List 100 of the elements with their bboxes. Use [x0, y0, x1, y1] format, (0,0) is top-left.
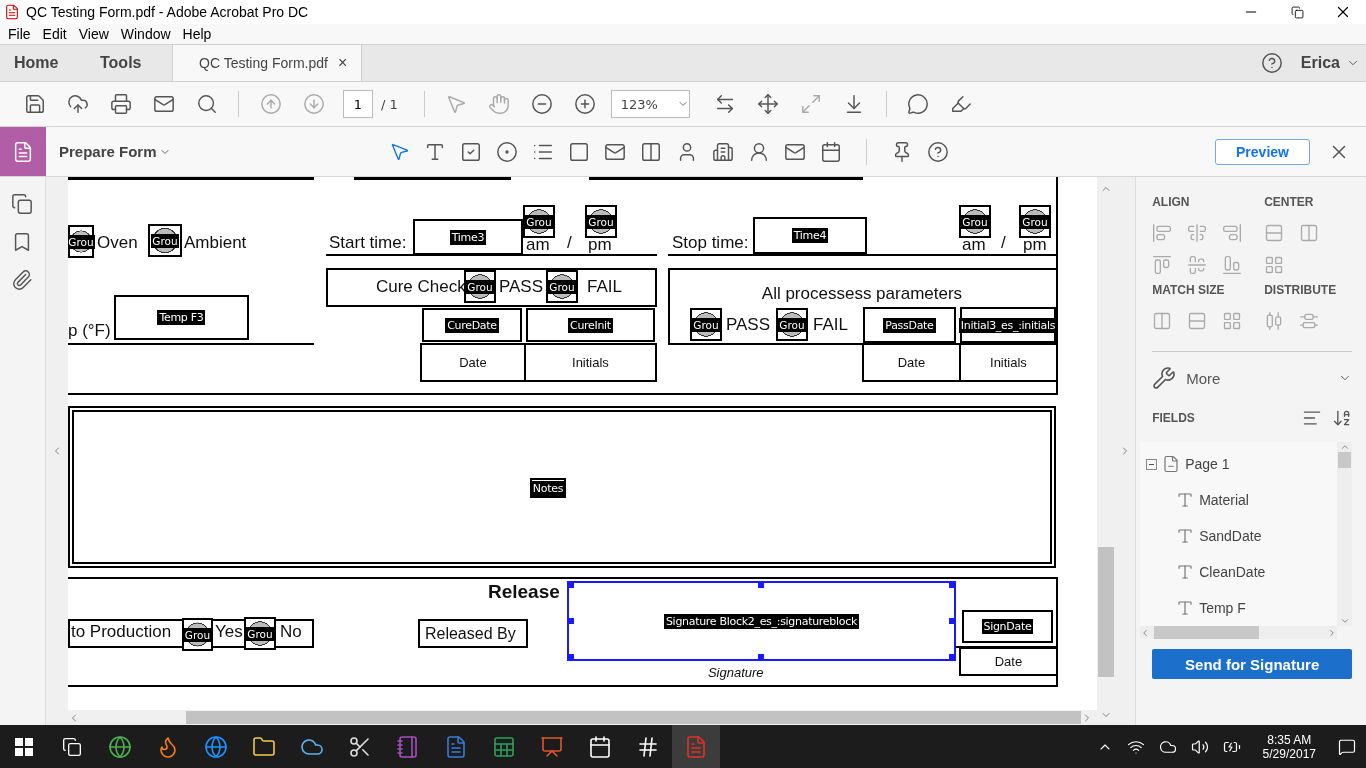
scrollbar-thumb[interactable]	[1154, 626, 1260, 639]
pages-icon[interactable]	[11, 193, 34, 215]
form-field[interactable]: Time3	[412, 219, 523, 255]
zoom-dropdown[interactable]: 123%	[610, 90, 690, 118]
calendar-icon[interactable]	[819, 140, 842, 163]
radio-field[interactable]: Grou	[147, 224, 182, 257]
folder-icon[interactable]	[252, 734, 276, 759]
form-field[interactable]: Initial3_es_:initials	[959, 307, 1056, 343]
field-icon[interactable]	[567, 140, 590, 163]
menu-item[interactable]: Edit	[36, 26, 73, 42]
zoom-in-icon[interactable]	[574, 93, 597, 115]
upload-icon[interactable]	[66, 93, 89, 115]
menu-item[interactable]: Window	[114, 26, 177, 42]
tool-menu[interactable]: Prepare Form	[59, 143, 171, 160]
spreadsheet-icon[interactable]	[492, 734, 516, 759]
notebook-icon[interactable]	[396, 734, 420, 759]
page-number-field[interactable]: 1	[343, 90, 373, 118]
form-field[interactable]: Signature Block2_es_:signatureblock	[566, 581, 956, 661]
tree-item[interactable]: SandDate	[1199, 528, 1262, 544]
mail-icon[interactable]	[152, 93, 175, 115]
move-icon[interactable]	[757, 93, 780, 115]
form-label: No	[279, 622, 302, 642]
radio-field[interactable]: Grou	[463, 270, 496, 303]
tree-item[interactable]: Material	[1199, 492, 1249, 508]
globe-icon[interactable]	[204, 734, 228, 759]
hash-icon[interactable]	[636, 734, 660, 759]
form-label: pm	[1022, 235, 1047, 255]
tree-item[interactable]: CleanDate	[1199, 564, 1266, 580]
table-cell: Date	[958, 647, 1058, 676]
form-field[interactable]: PassDate	[862, 307, 956, 343]
save-icon[interactable]	[23, 93, 46, 115]
radio-field[interactable]: Grou	[181, 618, 213, 651]
form-label: PASS	[498, 277, 544, 297]
zoom-out-icon[interactable]	[531, 93, 554, 115]
menu-item[interactable]: View	[72, 26, 115, 42]
task-view-icon[interactable]	[62, 736, 82, 757]
tab[interactable]: QC Testing Form.pdf ×	[172, 45, 363, 81]
table-cell: Date	[861, 343, 961, 382]
form-field[interactable]: Temp F3	[113, 295, 249, 340]
radio-field[interactable]: Grou	[243, 617, 276, 650]
calendar-icon[interactable]	[588, 734, 612, 759]
menu-item[interactable]: File	[2, 26, 37, 42]
notifications-icon[interactable]	[1338, 737, 1356, 756]
radio-field[interactable]: Grou	[775, 308, 808, 341]
help-icon[interactable]	[1260, 52, 1283, 74]
form-icon	[12, 140, 34, 163]
scrollbar-thumb[interactable]	[1338, 452, 1352, 468]
menu-item[interactable]: Help	[176, 26, 218, 42]
tree-item[interactable]: Temp F	[1199, 600, 1246, 616]
tools-icon[interactable]	[1152, 366, 1177, 390]
form-label: p (°F)	[67, 321, 111, 341]
form-label: Start time:	[328, 233, 407, 253]
checkbox-icon[interactable]	[459, 140, 482, 163]
section-heading: DISTRIBUTE	[1264, 283, 1338, 297]
radio-field[interactable]: Grou	[522, 205, 555, 238]
form-field[interactable]: Time4	[752, 217, 867, 254]
radio-field[interactable]: Grou	[67, 225, 94, 258]
search-icon[interactable]	[195, 93, 218, 115]
scrollbar-thumb[interactable]	[185, 711, 1081, 724]
tab[interactable]: Home	[0, 45, 86, 81]
presentation-icon[interactable]	[540, 734, 564, 759]
more-menu[interactable]: More	[1186, 369, 1329, 387]
comment-icon[interactable]	[907, 93, 930, 115]
radio-icon[interactable]	[495, 140, 518, 163]
document-icon[interactable]	[444, 734, 468, 759]
form-label: Cure Check	[375, 277, 466, 297]
tree-item[interactable]: Page 1	[1185, 456, 1230, 472]
close-tab-button[interactable]: ×	[337, 54, 348, 72]
radio-field[interactable]: Grou	[584, 205, 617, 238]
radio-field[interactable]: Grou	[1018, 205, 1051, 238]
clock-date: 5/29/2017	[1262, 746, 1316, 761]
text-field-icon	[1176, 491, 1195, 509]
page-count: / 1	[381, 96, 398, 112]
radio-field[interactable]: Grou	[958, 205, 991, 238]
scissors-icon[interactable]	[348, 734, 372, 759]
form-field[interactable]: SignDate	[961, 610, 1053, 643]
form-field[interactable]: CureInit	[525, 308, 655, 342]
collapse-toggle[interactable]	[1146, 458, 1158, 470]
windows-logo-icon[interactable]	[15, 737, 33, 756]
tab[interactable]: Tools	[86, 45, 172, 81]
building-icon[interactable]	[711, 140, 734, 163]
form-field[interactable]: CureDate	[421, 308, 522, 342]
send-for-signature-button[interactable]: Send for Signature	[1152, 649, 1353, 679]
section-heading: MATCH SIZE	[1152, 283, 1226, 297]
pdf-icon	[4, 4, 20, 20]
section-title: Release	[487, 582, 560, 602]
user-menu[interactable]: Erica	[1300, 54, 1340, 72]
form-field[interactable]: Notes	[529, 478, 566, 498]
globe-icon[interactable]	[108, 734, 132, 759]
print-icon[interactable]	[109, 93, 132, 115]
scrollbar-thumb[interactable]	[1098, 547, 1115, 677]
restore-icon[interactable]	[1290, 5, 1304, 19]
form-label: All processess parameters	[760, 284, 964, 304]
volume-icon[interactable]	[1190, 737, 1209, 756]
attachment-icon[interactable]	[11, 269, 34, 291]
radio-field[interactable]: Grou	[689, 308, 722, 341]
help-icon[interactable]	[926, 140, 949, 163]
highlighter-icon[interactable]	[950, 93, 973, 115]
preview-button[interactable]: Preview	[1215, 138, 1310, 165]
radio-field[interactable]: Grou	[545, 270, 578, 303]
